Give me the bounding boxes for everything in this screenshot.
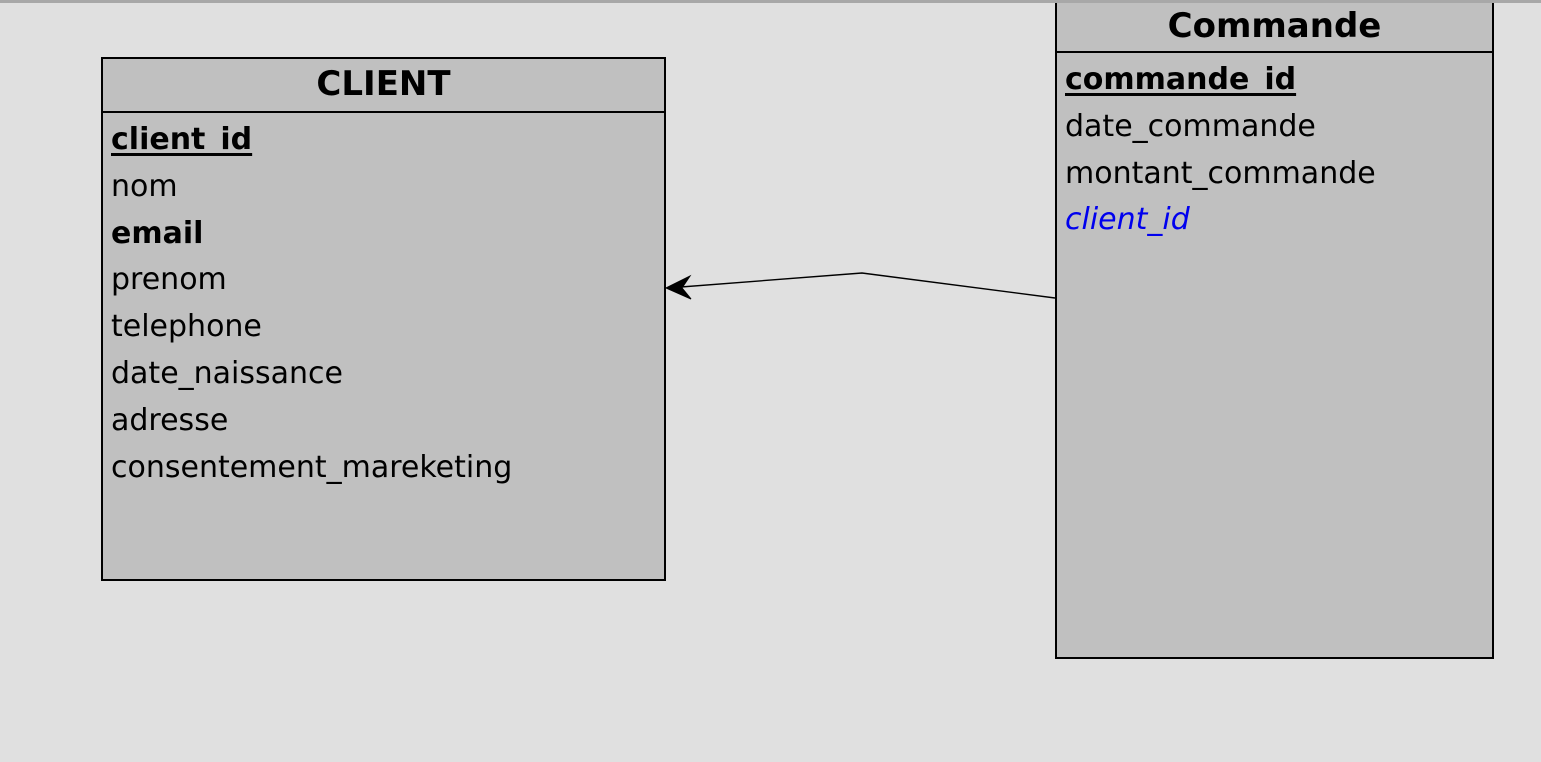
attribute-date-naissance[interactable]: date_naissance — [111, 351, 664, 398]
attribute-telephone[interactable]: telephone — [111, 304, 664, 351]
entity-commande[interactable]: Commande commande_id date_commande monta… — [1055, 3, 1494, 659]
attribute-prenom[interactable]: prenom — [111, 257, 664, 304]
attribute-date-commande[interactable]: date_commande — [1065, 104, 1492, 151]
entity-client[interactable]: CLIENT client_id nom email prenom teleph… — [101, 57, 666, 581]
attribute-consentement-mareketing[interactable]: consentement_mareketing — [111, 445, 664, 492]
entity-commande-title: Commande — [1057, 3, 1492, 53]
relation-commande-client[interactable] — [664, 272, 1056, 300]
entity-commande-attributes: commande_id date_commande montant_comman… — [1057, 53, 1492, 244]
arrowhead-icon — [664, 274, 692, 300]
entity-client-attributes: client_id nom email prenom telephone dat… — [103, 113, 664, 491]
attribute-fk-client-id[interactable]: client_id — [1065, 197, 1492, 244]
attribute-commande-id[interactable]: commande_id — [1065, 57, 1492, 104]
attribute-nom[interactable]: nom — [111, 164, 664, 211]
relation-line[interactable] — [667, 272, 1056, 299]
attribute-adresse[interactable]: adresse — [111, 398, 664, 445]
entity-client-title: CLIENT — [103, 59, 664, 113]
attribute-email[interactable]: email — [111, 211, 664, 258]
attribute-montant-commande[interactable]: montant_commande — [1065, 151, 1492, 198]
attribute-client-id[interactable]: client_id — [111, 117, 664, 164]
